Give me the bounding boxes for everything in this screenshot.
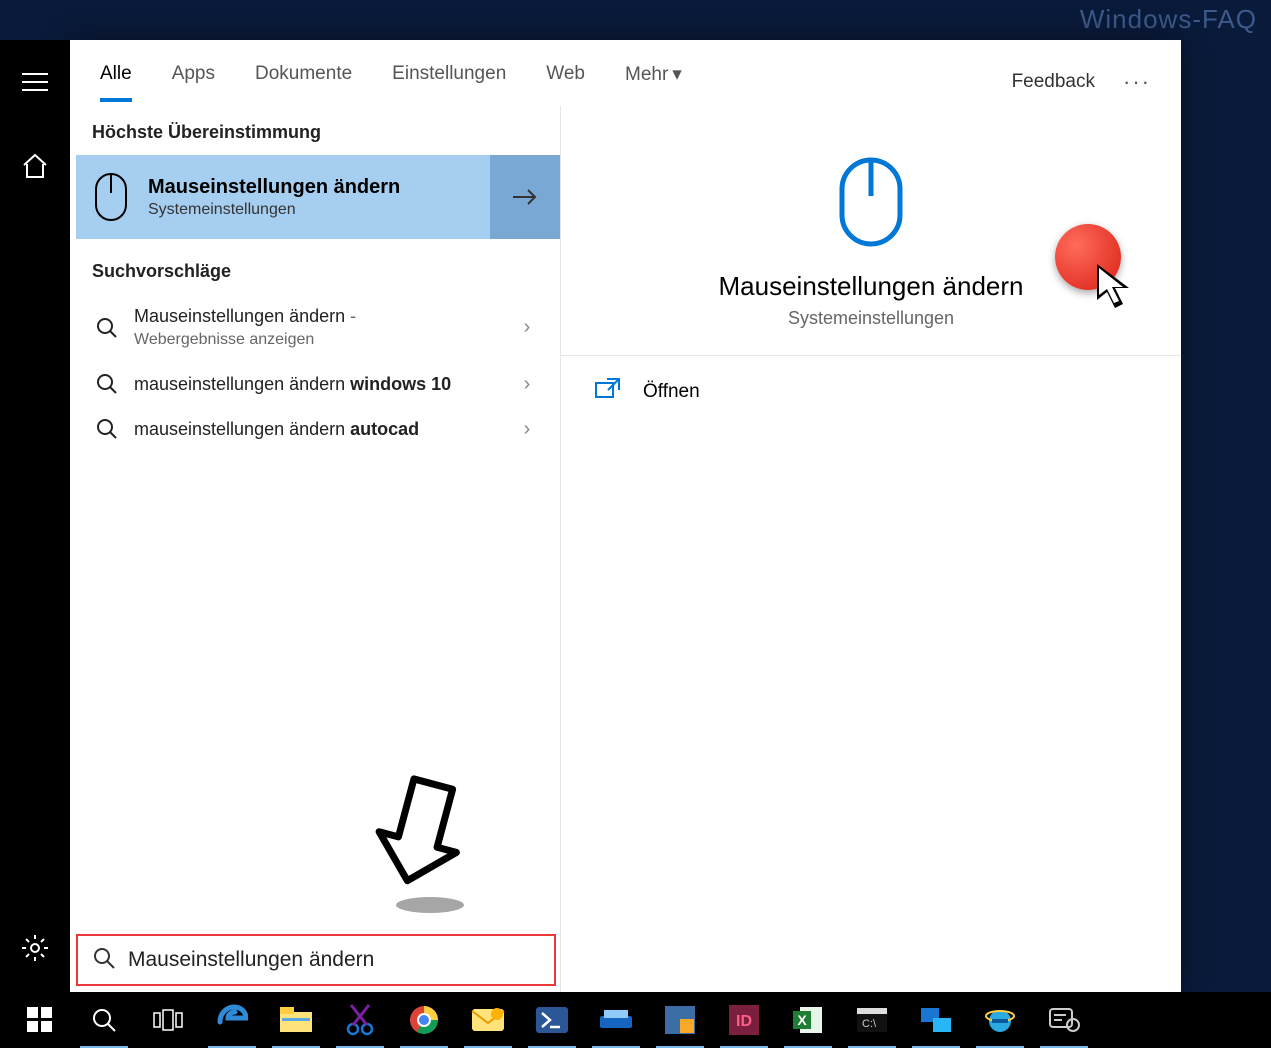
taskbar: ID X C:\	[0, 992, 1271, 1048]
search-tabs: Alle Apps Dokumente Einstellungen Web Me…	[70, 40, 1181, 106]
search-icon	[92, 946, 116, 975]
best-match-header: Höchste Übereinstimmung	[70, 106, 560, 155]
preview-title: Mauseinstellungen ändern	[719, 271, 1024, 302]
chevron-down-icon: ▾	[672, 63, 682, 86]
suggestions-header: Suchvorschläge	[70, 245, 560, 294]
mail-icon[interactable]	[456, 992, 520, 1048]
tab-web[interactable]: Web	[546, 63, 585, 100]
taskview-icon[interactable]	[136, 992, 200, 1048]
scanner-icon[interactable]	[584, 992, 648, 1048]
start-rail	[0, 40, 70, 992]
search-icon	[88, 317, 126, 339]
explorer-icon[interactable]	[264, 992, 328, 1048]
tab-all[interactable]: Alle	[100, 63, 132, 100]
suggestion-item[interactable]: mauseinstellungen ändern windows 10 ›	[70, 362, 560, 407]
taskbar-search-icon[interactable]	[72, 992, 136, 1048]
open-action[interactable]: Öffnen	[595, 378, 1147, 406]
cmd-icon[interactable]: C:\	[840, 992, 904, 1048]
svg-text:C:\: C:\	[862, 1018, 877, 1030]
open-icon	[595, 378, 629, 406]
feedback-link[interactable]: Feedback	[1012, 71, 1095, 93]
annotation-arrow-icon	[370, 755, 490, 920]
svg-text:ID: ID	[736, 1013, 752, 1030]
tab-docs[interactable]: Dokumente	[255, 63, 352, 100]
best-match-title: Mauseinstellungen ändern	[148, 176, 400, 199]
arrow-right-icon[interactable]	[490, 155, 560, 239]
best-match-item[interactable]: Mauseinstellungen ändern Systemeinstellu…	[76, 155, 560, 239]
suggestion-item[interactable]: Mauseinstellungen ändern - Webergebnisse…	[70, 294, 560, 362]
chevron-right-icon: ›	[512, 373, 542, 396]
home-icon[interactable]	[11, 142, 59, 190]
search-input[interactable]	[128, 948, 540, 972]
snipping-tool-icon[interactable]	[328, 992, 392, 1048]
powershell-icon[interactable]	[520, 992, 584, 1048]
tab-more[interactable]: Mehr▾	[625, 63, 682, 101]
watermark-text: Windows-FAQ	[1080, 4, 1257, 35]
chevron-right-icon: ›	[512, 316, 542, 339]
open-label: Öffnen	[643, 381, 700, 403]
cursor-icon	[1093, 262, 1137, 319]
more-icon[interactable]: ···	[1123, 69, 1151, 95]
hamburger-icon[interactable]	[11, 58, 59, 106]
chevron-right-icon: ›	[512, 418, 542, 441]
preview-column: Mauseinstellungen ändern Systemeinstellu…	[560, 106, 1181, 992]
search-icon	[88, 418, 126, 440]
excel-icon[interactable]: X	[776, 992, 840, 1048]
start-button[interactable]	[8, 992, 72, 1048]
visualstudio-icon[interactable]	[648, 992, 712, 1048]
preview-sub: Systemeinstellungen	[788, 308, 954, 329]
search-icon	[88, 373, 126, 395]
edge-icon[interactable]	[200, 992, 264, 1048]
svg-text:X: X	[797, 1012, 807, 1028]
ie-icon[interactable]	[968, 992, 1032, 1048]
suggestion-item[interactable]: mauseinstellungen ändern autocad ›	[70, 407, 560, 452]
indesign-icon[interactable]: ID	[712, 992, 776, 1048]
tab-apps[interactable]: Apps	[172, 63, 215, 100]
search-box[interactable]	[76, 934, 556, 986]
rdp-icon[interactable]	[904, 992, 968, 1048]
results-column: Höchste Übereinstimmung Mauseinstellunge…	[70, 106, 560, 992]
chrome-icon[interactable]	[392, 992, 456, 1048]
mouse-icon	[836, 154, 906, 255]
tab-settings[interactable]: Einstellungen	[392, 63, 506, 100]
feedbackhub-icon[interactable]	[1032, 992, 1096, 1048]
search-panel: Alle Apps Dokumente Einstellungen Web Me…	[70, 40, 1181, 992]
gear-icon[interactable]	[11, 924, 59, 972]
mouse-icon	[90, 169, 132, 225]
best-match-sub: Systemeinstellungen	[148, 201, 400, 219]
